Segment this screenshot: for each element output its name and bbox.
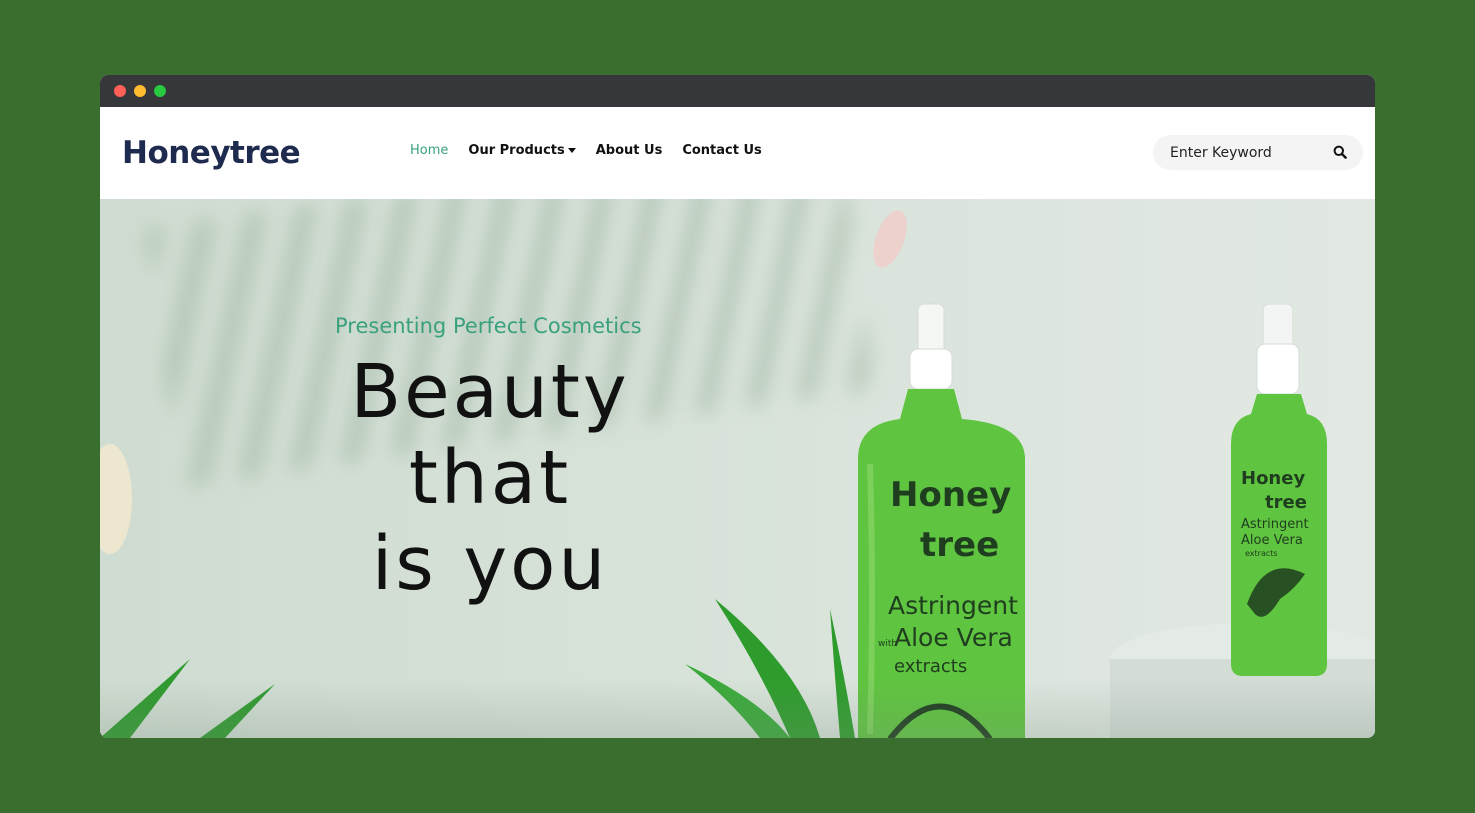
bottle-brand-line-2: tree bbox=[920, 525, 999, 565]
hero-headline-line-2: is you bbox=[371, 521, 609, 607]
nav-about-us-link[interactable]: About Us bbox=[596, 143, 663, 158]
hero-bottom-shadow bbox=[100, 678, 1375, 738]
product-bottle-large: Honey tree Astringent with Aloe Vera ext… bbox=[858, 303, 1025, 738]
bottle-brand-line-1: Honey bbox=[890, 475, 1011, 515]
logo-text: Honeytree bbox=[122, 135, 301, 171]
search-bar bbox=[1153, 135, 1363, 170]
maximize-window-button[interactable] bbox=[154, 85, 166, 97]
hero-banner: Presenting Perfect Cosmetics Beauty that… bbox=[100, 199, 1375, 738]
search-input[interactable] bbox=[1153, 143, 1322, 162]
browser-titlebar bbox=[100, 75, 1375, 107]
nav-our-products-dropdown[interactable]: Our Products bbox=[468, 143, 576, 158]
minimize-window-button[interactable] bbox=[134, 85, 146, 97]
svg-text:Aloe Vera: Aloe Vera bbox=[1241, 533, 1303, 548]
search-icon[interactable] bbox=[1333, 145, 1347, 159]
hero-headline-line-1: Beauty that bbox=[350, 349, 630, 521]
svg-text:extracts: extracts bbox=[1245, 549, 1278, 558]
nav-home-link[interactable]: Home bbox=[410, 143, 448, 158]
product-bottle-small: Honey tree Astringent Aloe Vera extracts bbox=[1231, 304, 1327, 676]
caret-down-icon bbox=[567, 148, 576, 153]
hero-headline: Beauty that is you bbox=[270, 349, 710, 607]
bottle-product-line-2: Aloe Vera bbox=[894, 623, 1013, 652]
nav-contact-us-link[interactable]: Contact Us bbox=[682, 143, 761, 158]
main-nav: Home Our Products About Us Contact Us bbox=[410, 143, 762, 158]
site-header: Honeytree Home Our Products About Us Con… bbox=[100, 107, 1375, 199]
hero-tagline: Presenting Perfect Cosmetics bbox=[335, 314, 642, 338]
svg-text:Astringent: Astringent bbox=[1241, 517, 1309, 532]
nav-our-products-label: Our Products bbox=[468, 143, 565, 158]
browser-window: Honeytree Home Our Products About Us Con… bbox=[100, 75, 1375, 738]
bottle-product-line-1: Astringent bbox=[888, 591, 1018, 620]
svg-text:Honey: Honey bbox=[1241, 468, 1305, 489]
flower-decoration bbox=[100, 444, 132, 554]
bottle-product-line-3: extracts bbox=[894, 656, 967, 677]
site-logo[interactable]: Honeytree bbox=[122, 131, 301, 175]
svg-text:tree: tree bbox=[1265, 492, 1307, 513]
petal-decoration bbox=[873, 210, 907, 268]
close-window-button[interactable] bbox=[114, 85, 126, 97]
